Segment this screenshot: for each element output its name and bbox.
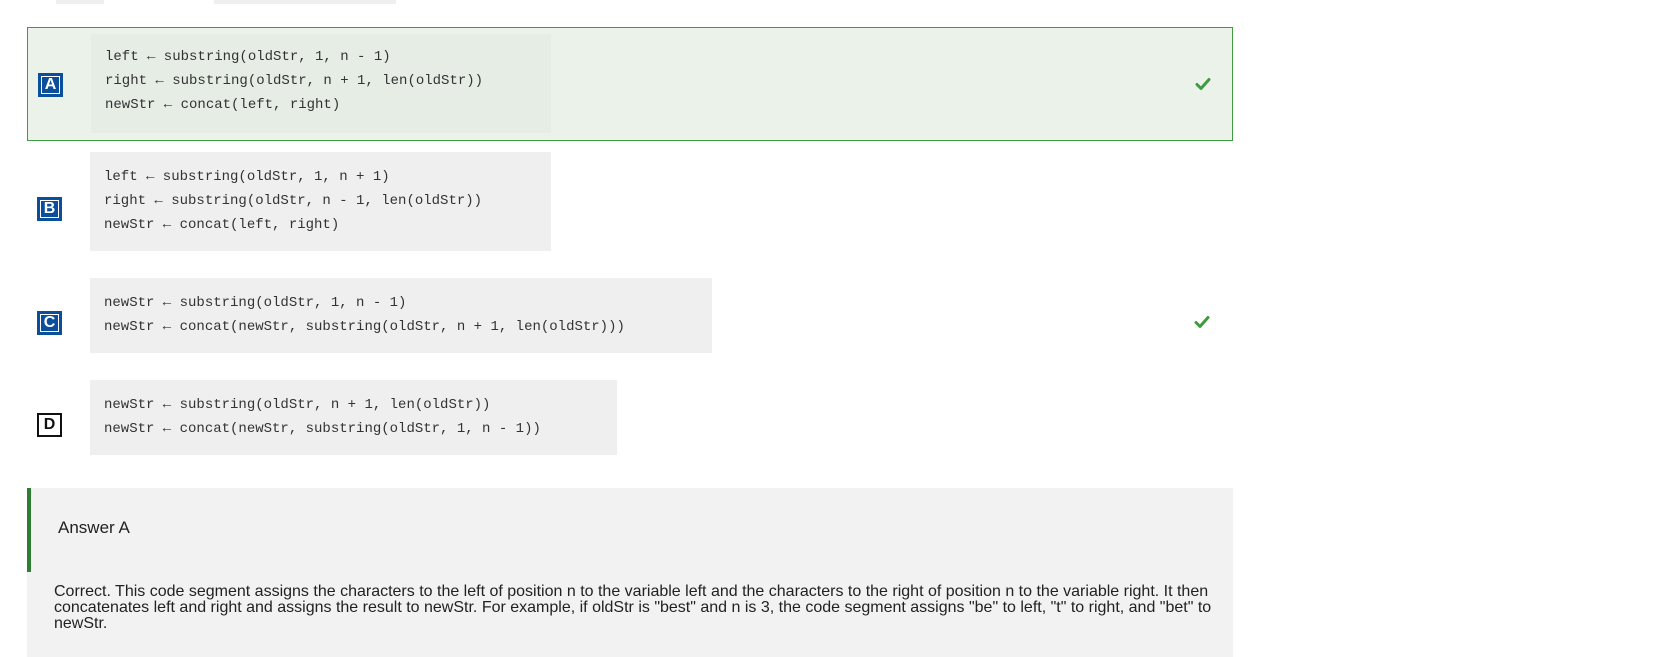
code-block: left ← substring(oldStr, 1, n + 1) right … xyxy=(90,152,551,251)
code-line: right ← substring(oldStr, n + 1, len(old… xyxy=(105,73,484,89)
option-letter-badge: C xyxy=(37,311,62,335)
code-line: newStr ← substring(oldStr, n + 1, len(ol… xyxy=(104,397,491,413)
option-letter-badge: B xyxy=(37,197,62,221)
code-block: newStr ← substring(oldStr, 1, n - 1) newS… xyxy=(90,278,712,353)
answer-option-b[interactable]: B left ← substring(oldStr, 1, n + 1) righ… xyxy=(27,152,1233,252)
code-line: right ← substring(oldStr, n - 1, len(old… xyxy=(104,193,483,209)
answer-option-d[interactable]: D newStr ← substring(oldStr, n + 1, len(… xyxy=(27,380,1233,455)
previous-content-fragment xyxy=(56,0,104,4)
explanation-text: Correct. This code segment assigns the c… xyxy=(54,583,1212,632)
previous-content-strip xyxy=(0,0,1658,4)
check-icon xyxy=(1195,78,1211,90)
code-line: newStr ← concat(newStr, substring(oldStr… xyxy=(104,319,625,335)
code-line: newStr ← concat(left, right) xyxy=(104,217,340,233)
code-block: left ← substring(oldStr, 1, n - 1) right … xyxy=(91,34,551,133)
code-line: newStr ← substring(oldStr, 1, n - 1) xyxy=(104,295,407,311)
option-letter-badge: D xyxy=(37,413,62,437)
answer-heading: Answer A xyxy=(58,518,130,537)
check-icon xyxy=(1194,316,1210,328)
code-line: left ← substring(oldStr, 1, n - 1) xyxy=(105,49,391,65)
code-line: left ← substring(oldStr, 1, n + 1) xyxy=(104,169,390,185)
option-letter-badge: A xyxy=(38,73,63,97)
code-line: newStr ← concat(left, right) xyxy=(105,97,341,113)
answer-option-c[interactable]: C newStr ← substring(oldStr, 1, n - 1) ne… xyxy=(27,278,1233,353)
answer-option-a[interactable]: A left ← substring(oldStr, 1, n - 1) righ… xyxy=(27,27,1233,141)
code-block: newStr ← substring(oldStr, n + 1, len(ol… xyxy=(90,380,617,455)
code-line: newStr ← concat(newStr, substring(oldStr… xyxy=(104,421,541,437)
answer-explanation-panel: Answer A Correct. This code segment assi… xyxy=(27,488,1233,657)
explanation-accent-bar xyxy=(27,488,31,572)
previous-content-fragment xyxy=(214,0,396,4)
